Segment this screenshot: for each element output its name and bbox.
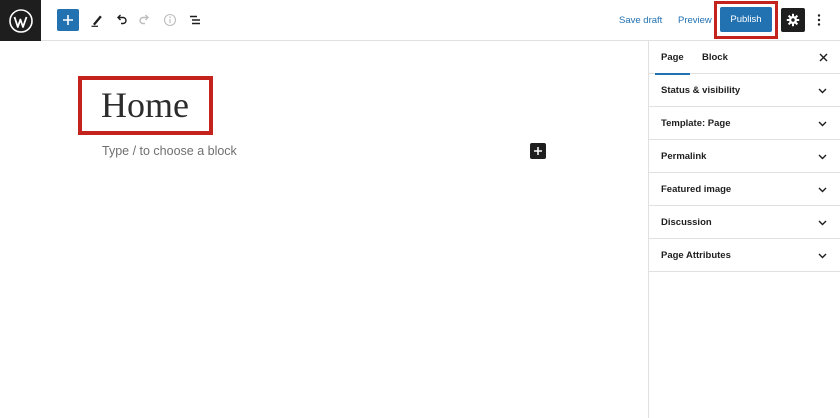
panel-label: Page Attributes bbox=[661, 249, 731, 261]
page-title[interactable]: Home bbox=[101, 85, 189, 125]
settings-sidebar: Page Block Status & visibility Template:… bbox=[648, 41, 840, 418]
plus-icon bbox=[534, 147, 542, 155]
add-block-button[interactable] bbox=[57, 9, 79, 31]
wordpress-logo-icon bbox=[8, 8, 33, 33]
tab-block[interactable]: Block bbox=[702, 41, 728, 74]
options-button[interactable] bbox=[808, 9, 830, 31]
panel-label: Status & visibility bbox=[661, 84, 741, 96]
chevron-down-icon bbox=[817, 119, 827, 129]
panel-featured-image[interactable]: Featured image bbox=[649, 173, 840, 206]
panel-template[interactable]: Template: Page bbox=[649, 107, 840, 140]
list-view-button[interactable] bbox=[184, 9, 206, 31]
more-vertical-icon bbox=[817, 14, 821, 26]
inline-add-block-button[interactable] bbox=[530, 143, 546, 159]
wordpress-logo-button[interactable] bbox=[0, 0, 41, 41]
details-button[interactable] bbox=[159, 9, 181, 31]
pencil-icon bbox=[91, 15, 102, 27]
preview-button[interactable]: Preview bbox=[678, 12, 712, 28]
chevron-down-icon bbox=[817, 152, 827, 162]
redo-icon bbox=[139, 14, 149, 25]
gear-icon bbox=[786, 13, 800, 27]
chevron-down-icon bbox=[817, 185, 827, 195]
sidebar-tabs: Page Block bbox=[649, 41, 840, 75]
block-placeholder[interactable]: Type / to choose a block bbox=[102, 144, 237, 158]
chevron-down-icon bbox=[817, 218, 827, 228]
panel-discussion[interactable]: Discussion bbox=[649, 206, 840, 239]
tab-page[interactable]: Page bbox=[655, 41, 690, 75]
panel-label: Template: Page bbox=[661, 117, 731, 129]
undo-icon bbox=[117, 14, 127, 25]
list-view-icon bbox=[190, 15, 200, 25]
chevron-down-icon bbox=[817, 86, 827, 96]
panel-label: Featured image bbox=[661, 183, 732, 195]
editor-toolbar: Save draft Preview Publish bbox=[0, 0, 840, 41]
redo-button[interactable] bbox=[134, 9, 156, 31]
save-draft-button[interactable]: Save draft bbox=[619, 12, 662, 28]
editor-canvas[interactable]: Home Type / to choose a block bbox=[0, 41, 648, 418]
undo-button[interactable] bbox=[110, 9, 132, 31]
close-sidebar-button[interactable] bbox=[817, 51, 829, 63]
panel-label: Permalink bbox=[661, 150, 707, 162]
tools-button[interactable] bbox=[86, 9, 108, 31]
panel-page-attributes[interactable]: Page Attributes bbox=[649, 239, 840, 272]
panel-label: Discussion bbox=[661, 216, 712, 228]
close-icon bbox=[819, 53, 827, 61]
panel-status-visibility[interactable]: Status & visibility bbox=[649, 74, 840, 107]
plus-icon bbox=[63, 15, 73, 25]
settings-button[interactable] bbox=[781, 8, 805, 32]
info-icon bbox=[163, 13, 177, 27]
publish-button[interactable]: Publish bbox=[720, 7, 772, 32]
chevron-down-icon bbox=[817, 251, 827, 261]
panel-permalink[interactable]: Permalink bbox=[649, 140, 840, 173]
